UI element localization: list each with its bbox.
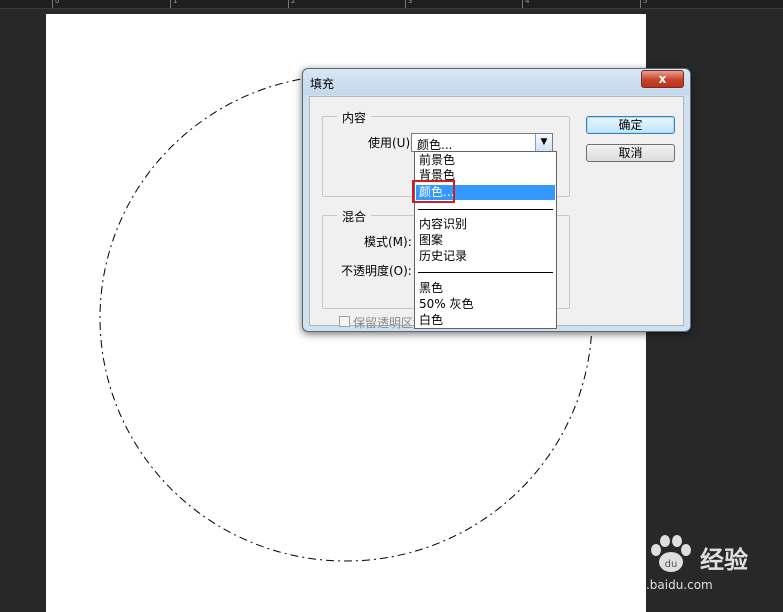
ruler-tick	[170, 0, 171, 8]
dialog-title: 填充	[310, 77, 335, 91]
ruler-tick	[522, 0, 523, 8]
close-icon: x	[658, 72, 667, 86]
cancel-button[interactable]: 取消	[586, 144, 675, 162]
paw-icon: du	[651, 535, 691, 572]
ruler-label: 2	[291, 0, 296, 5]
close-button[interactable]: x	[641, 70, 684, 88]
watermark-url: jingyan.baidu.com	[602, 578, 713, 592]
option-foreground-color[interactable]: 前景色	[416, 153, 555, 168]
ruler-label: 0	[55, 0, 60, 5]
svg-text:du: du	[665, 559, 678, 570]
content-group-title: 内容	[337, 109, 372, 126]
option-50-gray[interactable]: 50% 灰色	[416, 297, 555, 312]
dropdown-separator	[418, 209, 553, 210]
option-color[interactable]: 颜色...	[416, 185, 555, 200]
opacity-label: 不透明度(O):	[341, 264, 412, 278]
option-history[interactable]: 历史记录	[416, 249, 555, 264]
option-pattern[interactable]: 图案	[416, 233, 555, 248]
ok-button[interactable]: 确定	[586, 116, 675, 134]
ruler-label: 5	[643, 0, 648, 5]
chevron-down-icon[interactable]: ▼	[535, 134, 552, 151]
watermark-brand: Bai	[598, 538, 644, 569]
use-select[interactable]: 颜色... ▼	[411, 133, 553, 152]
baidu-jingyan-watermark: Bai du 经验 jingyan.baidu.com	[598, 530, 778, 600]
option-background-color[interactable]: 背景色	[416, 168, 555, 183]
ruler-tick	[52, 0, 53, 8]
option-black[interactable]: 黑色	[416, 281, 555, 296]
option-content-aware[interactable]: 内容识别	[416, 217, 555, 232]
horizontal-ruler: 0 1 2 3 4 5	[0, 0, 783, 9]
ruler-label: 3	[408, 0, 413, 5]
ruler-tick	[405, 0, 406, 8]
ruler-label: 1	[173, 0, 178, 5]
ruler-tick	[288, 0, 289, 8]
ruler-tick	[640, 0, 641, 8]
dropdown-separator	[418, 272, 553, 273]
blending-group-title: 混合	[337, 208, 372, 225]
preserve-transparency-checkbox[interactable]	[339, 316, 350, 327]
dialog-titlebar[interactable]: 填充 x	[303, 69, 690, 95]
ruler-label: 4	[525, 0, 530, 5]
use-dropdown-list: 前景色 背景色 颜色... 内容识别 图案 历史记录 黑色 50% 灰色 白色	[414, 151, 557, 329]
mode-label: 模式(M):	[364, 235, 412, 249]
use-label: 使用(U):	[368, 136, 415, 150]
watermark-brand-cn: 经验	[700, 546, 748, 574]
option-white[interactable]: 白色	[416, 313, 555, 328]
